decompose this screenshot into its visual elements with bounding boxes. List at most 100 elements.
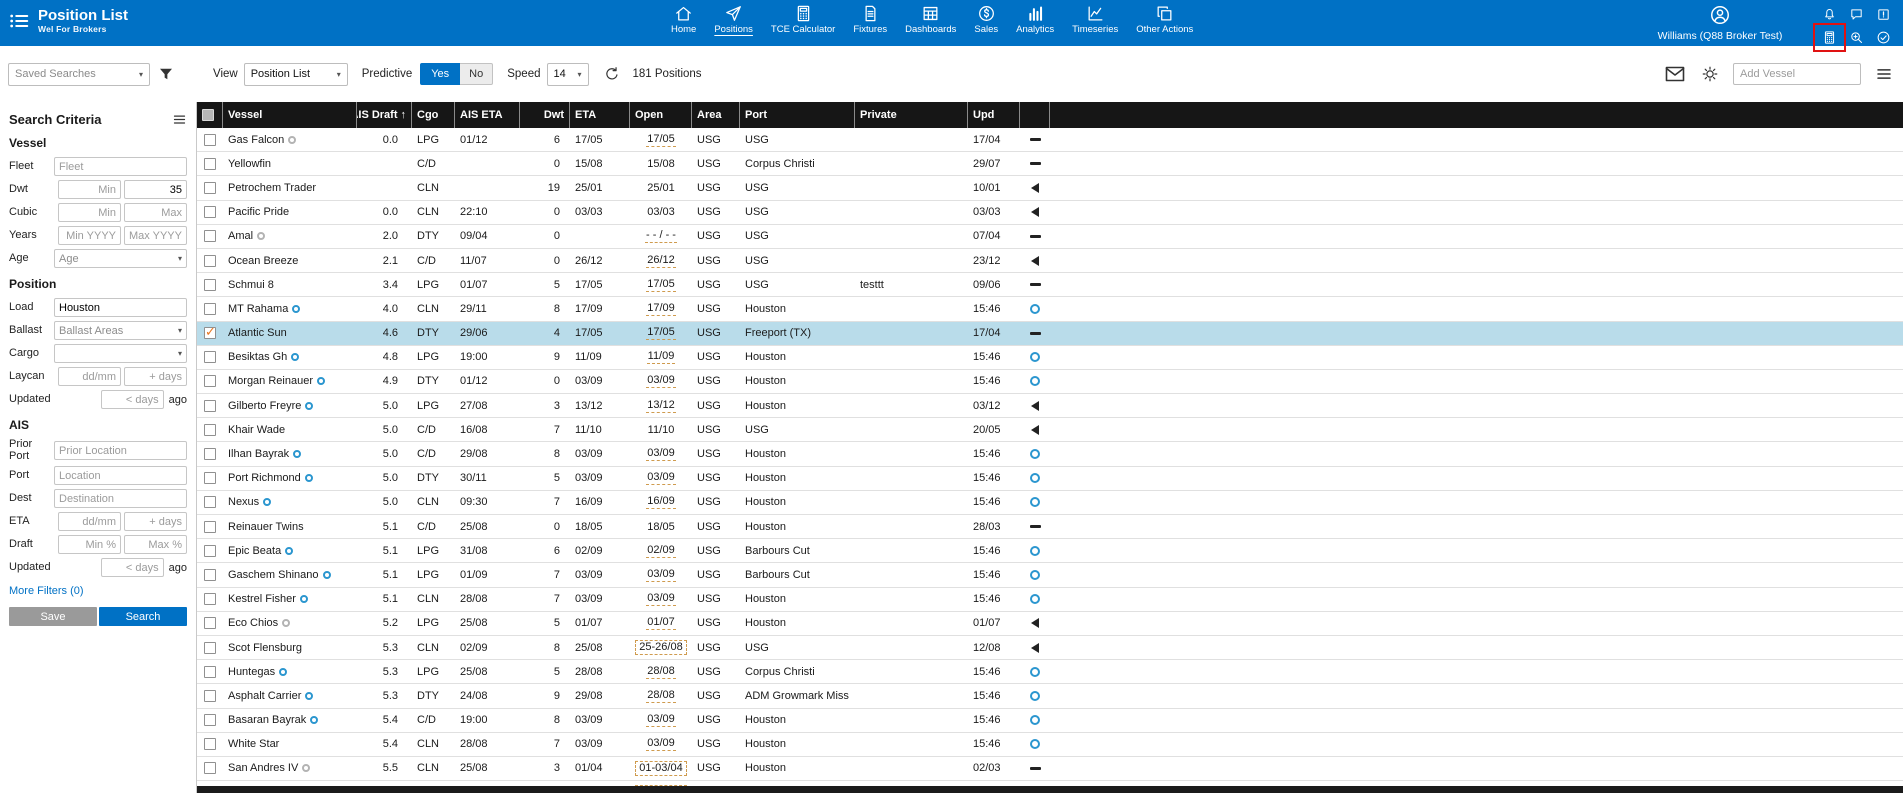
vessel-row[interactable]: Reinauer Twins5.1C/D25/08018/0518/05USGH… — [197, 515, 1903, 539]
mail-icon[interactable] — [1663, 62, 1687, 86]
vessel-name[interactable]: Kestrel Fisher — [228, 593, 296, 605]
nav-item-sales[interactable]: Sales — [965, 4, 1007, 35]
row-checkbox[interactable] — [204, 738, 216, 750]
row-checkbox[interactable] — [204, 158, 216, 170]
vessel-row[interactable]: Gaschem Shinano5.1LPG01/09703/0903/09USG… — [197, 563, 1903, 587]
vessel-name[interactable]: Morgan Reinauer — [228, 375, 313, 387]
nav-item-analytics[interactable]: Analytics — [1007, 4, 1063, 35]
laycan-input[interactable] — [124, 367, 187, 386]
row-checkbox[interactable] — [204, 472, 216, 484]
vessel-row[interactable]: Eco Chios5.2LPG25/08501/0701/07USGHousto… — [197, 612, 1903, 636]
vessel-row[interactable]: Pacific Pride0.0CLN22:10003/0303/03USGUS… — [197, 201, 1903, 225]
alert-icon[interactable] — [1870, 3, 1897, 26]
nav-item-timeseries[interactable]: Timeseries — [1063, 4, 1127, 35]
nav-item-dashboards[interactable]: Dashboards — [896, 4, 965, 35]
search-button[interactable]: Search — [99, 607, 187, 626]
fleet-input[interactable] — [54, 157, 187, 176]
add-vessel-input[interactable] — [1733, 63, 1861, 85]
row-checkbox[interactable] — [204, 375, 216, 387]
updated-input[interactable] — [101, 558, 164, 577]
row-checkbox[interactable] — [204, 206, 216, 218]
vessel-name[interactable]: Huntegas — [228, 666, 275, 678]
vessel-row[interactable]: Huntegas5.3LPG25/08528/0828/08USGCorpus … — [197, 660, 1903, 684]
vessel-row[interactable]: Gas Falcon0.0LPG01/12617/0517/05USGUSG17… — [197, 128, 1903, 152]
row-checkbox[interactable] — [204, 303, 216, 315]
predictive-yes-button[interactable]: Yes — [420, 63, 460, 85]
vessel-row[interactable]: Besiktas Gh4.8LPG19:00911/0911/09USGHous… — [197, 346, 1903, 370]
age-select[interactable]: Age▾ — [54, 249, 187, 268]
vessel-row[interactable]: Ocean Breeze2.1C/D11/07026/1226/12USGUSG… — [197, 249, 1903, 273]
dest-input[interactable] — [54, 489, 187, 508]
vessel-name[interactable]: White Star — [228, 738, 279, 750]
nav-item-home[interactable]: Home — [662, 4, 705, 35]
vessel-name[interactable]: Eco Chios — [228, 617, 278, 629]
row-checkbox[interactable] — [204, 351, 216, 363]
vessel-row[interactable]: Scot Flensburg5.3CLN02/09825/0825-26/08U… — [197, 636, 1903, 660]
vessel-name[interactable]: Ilhan Bayrak — [228, 448, 289, 460]
vessel-name[interactable]: Pacific Pride — [228, 206, 289, 218]
vessel-name[interactable]: Schmui 8 — [228, 279, 274, 291]
nav-item-other-actions[interactable]: Other Actions — [1127, 4, 1202, 35]
vessel-row[interactable]: San Andres IV5.5CLN25/08301/0401-03/04US… — [197, 757, 1903, 781]
vessel-name[interactable]: Besiktas Gh — [228, 351, 287, 363]
eta-input[interactable] — [124, 512, 187, 531]
vessel-name[interactable]: Ocean Breeze — [228, 255, 298, 267]
vessel-row[interactable]: Petrochem TraderCLN1925/0125/01USGUSG10/… — [197, 176, 1903, 200]
vessel-row[interactable]: Amal2.0DTY09/040- - / - -USGUSG07/04 — [197, 225, 1903, 249]
chat-icon[interactable] — [1843, 3, 1870, 26]
vessel-row[interactable]: Ilhan Bayrak5.0C/D29/08803/0903/09USGHou… — [197, 442, 1903, 466]
prior-port-input[interactable] — [54, 441, 187, 460]
column-header-port[interactable]: Port — [740, 102, 855, 128]
row-checkbox[interactable] — [204, 327, 216, 339]
load-input[interactable] — [54, 298, 187, 317]
nav-item-fixtures[interactable]: Fixtures — [844, 4, 896, 35]
row-checkbox[interactable] — [204, 569, 216, 581]
vessel-name[interactable]: Khair Wade — [228, 424, 285, 436]
row-checkbox[interactable] — [204, 593, 216, 605]
row-checkbox[interactable] — [204, 521, 216, 533]
brightness-icon[interactable] — [1701, 65, 1719, 83]
laycan-input[interactable] — [58, 367, 121, 386]
zoom-in-icon[interactable] — [1843, 26, 1870, 49]
vessel-row[interactable]: MT Rahama4.0CLN29/11817/0917/09USGHousto… — [197, 297, 1903, 321]
vessel-row[interactable]: YellowfinC/D015/0815/08USGCorpus Christi… — [197, 152, 1903, 176]
save-button[interactable]: Save — [9, 607, 97, 626]
bell-icon[interactable] — [1816, 3, 1843, 26]
row-checkbox[interactable] — [204, 448, 216, 460]
draft-input[interactable] — [124, 535, 187, 554]
speed-select[interactable]: 14 ▾ — [547, 63, 589, 86]
column-header-dwt[interactable]: Dwt — [520, 102, 570, 128]
vessel-name[interactable]: Epic Beata — [228, 545, 281, 557]
row-checkbox[interactable] — [204, 496, 216, 508]
column-header-ais_eta[interactable]: AIS ETA — [455, 102, 520, 128]
vessel-row[interactable]: Gilberto Freyre5.0LPG27/08313/1213/12USG… — [197, 394, 1903, 418]
row-checkbox[interactable] — [204, 279, 216, 291]
column-header-open[interactable]: Open — [630, 102, 692, 128]
vessel-row[interactable]: Kestrel Fisher5.1CLN28/08703/0903/09USGH… — [197, 588, 1903, 612]
vessel-row[interactable]: Basaran Bayrak5.4C/D19:00803/0903/09USGH… — [197, 709, 1903, 733]
sidebar-menu-icon[interactable] — [172, 112, 187, 127]
vessel-row[interactable]: Morgan Reinauer4.9DTY01/12003/0903/09USG… — [197, 370, 1903, 394]
row-checkbox[interactable] — [204, 690, 216, 702]
column-header-cgo[interactable]: Cgo — [412, 102, 455, 128]
vessel-name[interactable]: Gas Falcon — [228, 134, 284, 146]
vessel-row[interactable]: Port Richmond5.0DTY30/11503/0903/09USGHo… — [197, 467, 1903, 491]
nav-item-tce-calculator[interactable]: TCE Calculator — [762, 4, 844, 35]
vessel-name[interactable]: Reinauer Twins — [228, 521, 304, 533]
vessel-name[interactable]: Port Richmond — [228, 472, 301, 484]
row-checkbox[interactable] — [204, 230, 216, 242]
dwt-input[interactable] — [124, 180, 187, 199]
row-checkbox[interactable] — [204, 182, 216, 194]
nav-item-positions[interactable]: Positions — [705, 4, 762, 35]
app-menu-icon[interactable] — [8, 10, 30, 32]
column-header-check[interactable] — [197, 102, 223, 128]
eta-input[interactable] — [58, 512, 121, 531]
vessel-row[interactable]: Nexus5.0CLN09:30716/0916/09USGHouston15:… — [197, 491, 1903, 515]
vessel-name[interactable]: Yellowfin — [228, 158, 271, 170]
row-checkbox[interactable] — [204, 666, 216, 678]
ballast-select[interactable]: Ballast Areas▾ — [54, 321, 187, 340]
draft-input[interactable] — [58, 535, 121, 554]
vessel-row[interactable]: Asphalt Carrier5.3DTY24/08929/0828/08USG… — [197, 684, 1903, 708]
horizontal-scrollbar[interactable] — [197, 786, 1903, 793]
row-checkbox[interactable] — [204, 545, 216, 557]
